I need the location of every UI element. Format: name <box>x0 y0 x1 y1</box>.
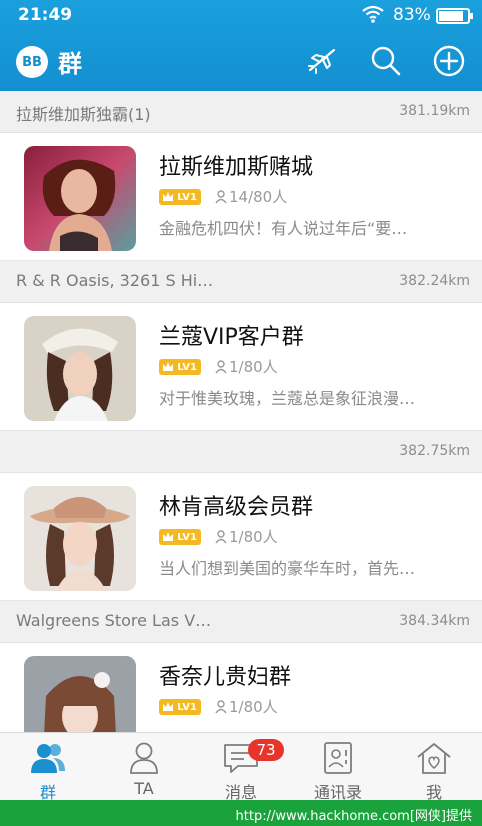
home-icon <box>417 743 451 774</box>
level-badge: LV1 <box>159 359 201 375</box>
tab-label: TA <box>134 779 154 798</box>
tab-ta[interactable]: TA <box>96 733 192 801</box>
member-count-text: 1/80人 <box>229 358 278 376</box>
group-row[interactable]: 林肯高级会员群 LV1 1/80人 当人们想到美国的豪华车时，首先… <box>0 473 482 601</box>
app-bar: BB 群 <box>0 32 482 91</box>
group-row[interactable]: 香奈儿贵妇群 LV1 1/80人 <box>0 643 482 732</box>
member-count: 1/80人 <box>215 356 278 377</box>
distance-label: 381.19km <box>399 103 470 119</box>
distance-label: 382.75km <box>399 443 470 459</box>
crown-icon <box>163 362 173 371</box>
member-count: 14/80人 <box>215 186 287 207</box>
group-description: 金融危机四伏！有人说过年后“要… <box>159 219 408 238</box>
bb-logo: BB <box>16 46 48 78</box>
group-row[interactable]: 拉斯维加斯赌城 LV1 14/80人 金融危机四伏！有人说过年后“要… <box>0 133 482 261</box>
group-avatar <box>24 486 136 591</box>
group-avatar <box>24 316 136 421</box>
member-count: 1/80人 <box>215 526 278 547</box>
battery-icon <box>436 8 473 24</box>
group-description: 对于惟美玫瑰，兰蔻总是象征浪漫… <box>159 389 416 408</box>
crown-icon <box>163 532 173 541</box>
level-label: LV1 <box>177 191 197 203</box>
member-count-text: 1/80人 <box>229 528 278 546</box>
distance-label: 384.34km <box>399 613 470 629</box>
status-time: 21:49 <box>18 5 73 25</box>
location-name: R & R Oasis, 3261 S Hi… <box>16 271 214 290</box>
level-badge: LV1 <box>159 189 201 205</box>
level-label: LV1 <box>177 361 197 373</box>
crown-icon <box>163 702 173 711</box>
level-badge: LV1 <box>159 699 201 715</box>
person-icon <box>215 700 227 714</box>
top-header: 21:49 83% BB 群 <box>0 0 482 91</box>
person-icon <box>215 190 227 204</box>
person-icon <box>215 530 227 544</box>
member-count: 1/80人 <box>215 696 278 717</box>
group-name: 拉斯维加斯赌城 <box>159 155 314 180</box>
location-name: Walgreens Store Las V… <box>16 611 212 630</box>
location-name: 拉斯维加斯独霸(1) <box>16 105 151 124</box>
location-header: R & R Oasis, 3261 S Hi… 382.24km <box>0 261 482 303</box>
location-header: 拉斯维加斯独霸(1) 381.19km <box>0 91 482 133</box>
location-header: 382.75km <box>0 431 482 473</box>
unread-badge: 73 <box>248 739 284 761</box>
watermark-bar: http://www.hackhome.com[网侠]提供 <box>0 800 482 826</box>
level-label: LV1 <box>177 701 197 713</box>
level-label: LV1 <box>177 531 197 543</box>
add-icon[interactable] <box>432 44 466 78</box>
group-name: 兰蔻VIP客户群 <box>159 325 304 350</box>
group-avatar <box>24 146 136 251</box>
distance-label: 382.24km <box>399 273 470 289</box>
crown-icon <box>163 192 173 201</box>
group-name: 林肯高级会员群 <box>159 495 314 520</box>
tab-me[interactable]: 我 <box>386 733 482 802</box>
tab-messages[interactable]: 73 消息 <box>193 733 289 802</box>
status-bar: 21:49 83% <box>0 0 482 32</box>
tab-contacts[interactable]: 通讯录 <box>290 733 386 802</box>
bottom-tab-bar: 群 TA 73 消息 通讯录 我 <box>0 732 482 802</box>
group-name: 香奈儿贵妇群 <box>159 665 292 690</box>
location-header: Walgreens Store Las V… 384.34km <box>0 601 482 643</box>
battery-percent: 83% <box>393 5 431 25</box>
group-description: 当人们想到美国的豪华车时，首先… <box>159 559 416 578</box>
member-count-text: 1/80人 <box>229 698 278 716</box>
level-badge: LV1 <box>159 529 201 545</box>
group-row[interactable]: 兰蔻VIP客户群 LV1 1/80人 对于惟美玫瑰，兰蔻总是象征浪漫… <box>0 303 482 431</box>
tab-groups[interactable]: 群 <box>0 733 96 802</box>
airplane-icon[interactable] <box>305 44 339 78</box>
watermark-text: http://www.hackhome.com[网侠]提供 <box>235 809 472 824</box>
member-count-text: 14/80人 <box>229 188 288 206</box>
page-title: 群 <box>58 50 82 78</box>
wifi-icon <box>362 5 384 23</box>
person-icon <box>130 742 158 774</box>
contacts-icon <box>324 742 352 774</box>
group-list: 拉斯维加斯独霸(1) 381.19km 拉斯维加斯赌城 LV1 14/80人 金… <box>0 91 482 732</box>
group-icon <box>31 744 65 773</box>
search-icon[interactable] <box>369 44 403 78</box>
person-icon <box>215 360 227 374</box>
group-avatar <box>24 656 136 732</box>
